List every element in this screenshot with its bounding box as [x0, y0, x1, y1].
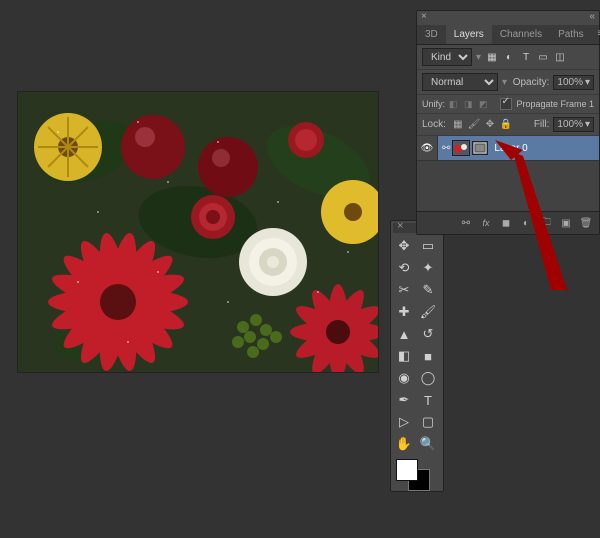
adjustment-icon[interactable]: ◐: [519, 216, 533, 230]
brush-tool[interactable]: 🖌: [417, 301, 439, 323]
chevron-down-icon: ▾: [502, 77, 507, 88]
tools-grid: ✥ ▭ ⟲ ✦ ✂ ✎ ✚ 🖌 ▲ ↺ ◧ ■ ◉ ◯ ✒ T ▷ ▢ ✋ 🔍: [393, 235, 441, 455]
heal-tool[interactable]: ✚: [393, 301, 415, 323]
eyedropper-tool[interactable]: ✎: [417, 279, 439, 301]
rectangle-tool[interactable]: ▢: [417, 411, 439, 433]
blend-row: Normal ▾ Opacity: 100% ▾: [417, 70, 599, 95]
lock-all-icon[interactable]: 🔒: [500, 119, 512, 131]
collapse-icon[interactable]: «: [589, 11, 595, 25]
layers-list: 👁 ⚯ Layer 0: [417, 136, 599, 211]
propagate-label: Propagate Frame 1: [516, 99, 594, 109]
lasso-tool[interactable]: ⟲: [393, 257, 415, 279]
filter-adjust-icon[interactable]: ◐: [502, 50, 516, 64]
unify-row: Unify: ◧ ◨ ◩ Propagate Frame 1: [417, 95, 599, 114]
blur-tool[interactable]: ◉: [393, 367, 415, 389]
crop-tool[interactable]: ✂: [393, 279, 415, 301]
chevron-down-icon: ▾: [585, 119, 590, 130]
panel-titlebar[interactable]: × «: [417, 11, 599, 25]
fill-value: 100%: [557, 119, 583, 130]
opacity-label: Opacity:: [513, 77, 550, 88]
panel-footer: ⚯ fx ◼ ◐ 🗀 ▣ 🗑: [417, 211, 599, 234]
fill-label: Fill:: [534, 119, 550, 130]
gradient-tool[interactable]: ■: [417, 345, 439, 367]
type-tool[interactable]: T: [417, 389, 439, 411]
tab-layers[interactable]: Layers: [446, 25, 492, 44]
chevron-down-icon: ▾: [476, 52, 481, 63]
move-tool[interactable]: ✥: [393, 235, 415, 257]
tools-panel: ✥ ▭ ⟲ ✦ ✂ ✎ ✚ 🖌 ▲ ↺ ◧ ■ ◉ ◯ ✒ T ▷ ▢ ✋ 🔍: [390, 220, 444, 492]
filter-smart-icon[interactable]: ◫: [553, 50, 567, 64]
opacity-input[interactable]: 100% ▾: [553, 75, 594, 90]
canvas[interactable]: [18, 92, 378, 372]
filter-pixel-icon[interactable]: ▦: [485, 50, 499, 64]
blend-mode-select[interactable]: Normal: [422, 73, 498, 91]
lock-label: Lock:: [422, 119, 446, 130]
kind-filter-select[interactable]: Kind: [422, 48, 472, 66]
opacity-value: 100%: [557, 77, 583, 88]
tab-channels[interactable]: Channels: [492, 25, 550, 44]
panel-tabs: 3D Layers Channels Paths ≡: [417, 25, 599, 45]
pen-tool[interactable]: ✒: [393, 389, 415, 411]
unify-visibility-icon[interactable]: ◨: [464, 99, 476, 110]
group-icon[interactable]: 🗀: [539, 216, 553, 230]
filter-row: Kind ▾ ▦ ◐ T ▭ ◫: [417, 45, 599, 70]
unify-label: Unify:: [422, 99, 445, 109]
propagate-checkbox[interactable]: [500, 98, 512, 110]
unify-style-icon[interactable]: ◩: [479, 99, 491, 110]
foreground-color-swatch[interactable]: [396, 459, 418, 481]
filter-type-icon[interactable]: T: [519, 50, 533, 64]
marquee-tool[interactable]: ▭: [417, 235, 439, 257]
fill-input[interactable]: 100% ▾: [553, 117, 594, 132]
visibility-toggle[interactable]: 👁: [417, 136, 438, 160]
quick-select-tool[interactable]: ✦: [417, 257, 439, 279]
lock-image-icon[interactable]: 🖌: [468, 119, 480, 131]
layer-row[interactable]: 👁 ⚯ Layer 0: [417, 136, 599, 161]
link-icon[interactable]: ⚯: [442, 143, 450, 154]
fx-icon[interactable]: fx: [479, 216, 493, 230]
unify-position-icon[interactable]: ◧: [449, 99, 461, 110]
dodge-tool[interactable]: ◯: [417, 367, 439, 389]
color-swatches[interactable]: [393, 459, 441, 489]
new-layer-icon[interactable]: ▣: [559, 216, 573, 230]
lock-position-icon[interactable]: ✥: [484, 119, 496, 131]
chevron-down-icon: ▾: [585, 77, 590, 88]
lock-transparent-icon[interactable]: ▦: [452, 119, 464, 131]
document-image: [18, 92, 378, 372]
tab-paths[interactable]: Paths: [550, 25, 592, 44]
eraser-tool[interactable]: ◧: [393, 345, 415, 367]
smart-object-icon: [472, 141, 488, 155]
layer-thumbnail[interactable]: [452, 140, 470, 156]
trash-icon[interactable]: 🗑: [579, 216, 593, 230]
link-layers-icon[interactable]: ⚯: [459, 216, 473, 230]
stamp-tool[interactable]: ▲: [393, 323, 415, 345]
eye-icon: 👁: [421, 143, 434, 154]
close-icon[interactable]: ×: [421, 11, 427, 25]
path-select-tool[interactable]: ▷: [393, 411, 415, 433]
layers-empty-area[interactable]: [417, 161, 599, 211]
panel-menu-icon[interactable]: ≡: [592, 25, 600, 44]
filter-shape-icon[interactable]: ▭: [536, 50, 550, 64]
layers-panel: × « 3D Layers Channels Paths ≡ Kind ▾ ▦ …: [416, 10, 600, 235]
layer-name[interactable]: Layer 0: [494, 143, 527, 154]
zoom-tool[interactable]: 🔍: [417, 433, 439, 455]
tab-3d[interactable]: 3D: [417, 25, 446, 44]
mask-icon[interactable]: ◼: [499, 216, 513, 230]
history-brush-tool[interactable]: ↺: [417, 323, 439, 345]
lock-row: Lock: ▦ 🖌 ✥ 🔒 Fill: 100% ▾: [417, 114, 599, 136]
hand-tool[interactable]: ✋: [393, 433, 415, 455]
